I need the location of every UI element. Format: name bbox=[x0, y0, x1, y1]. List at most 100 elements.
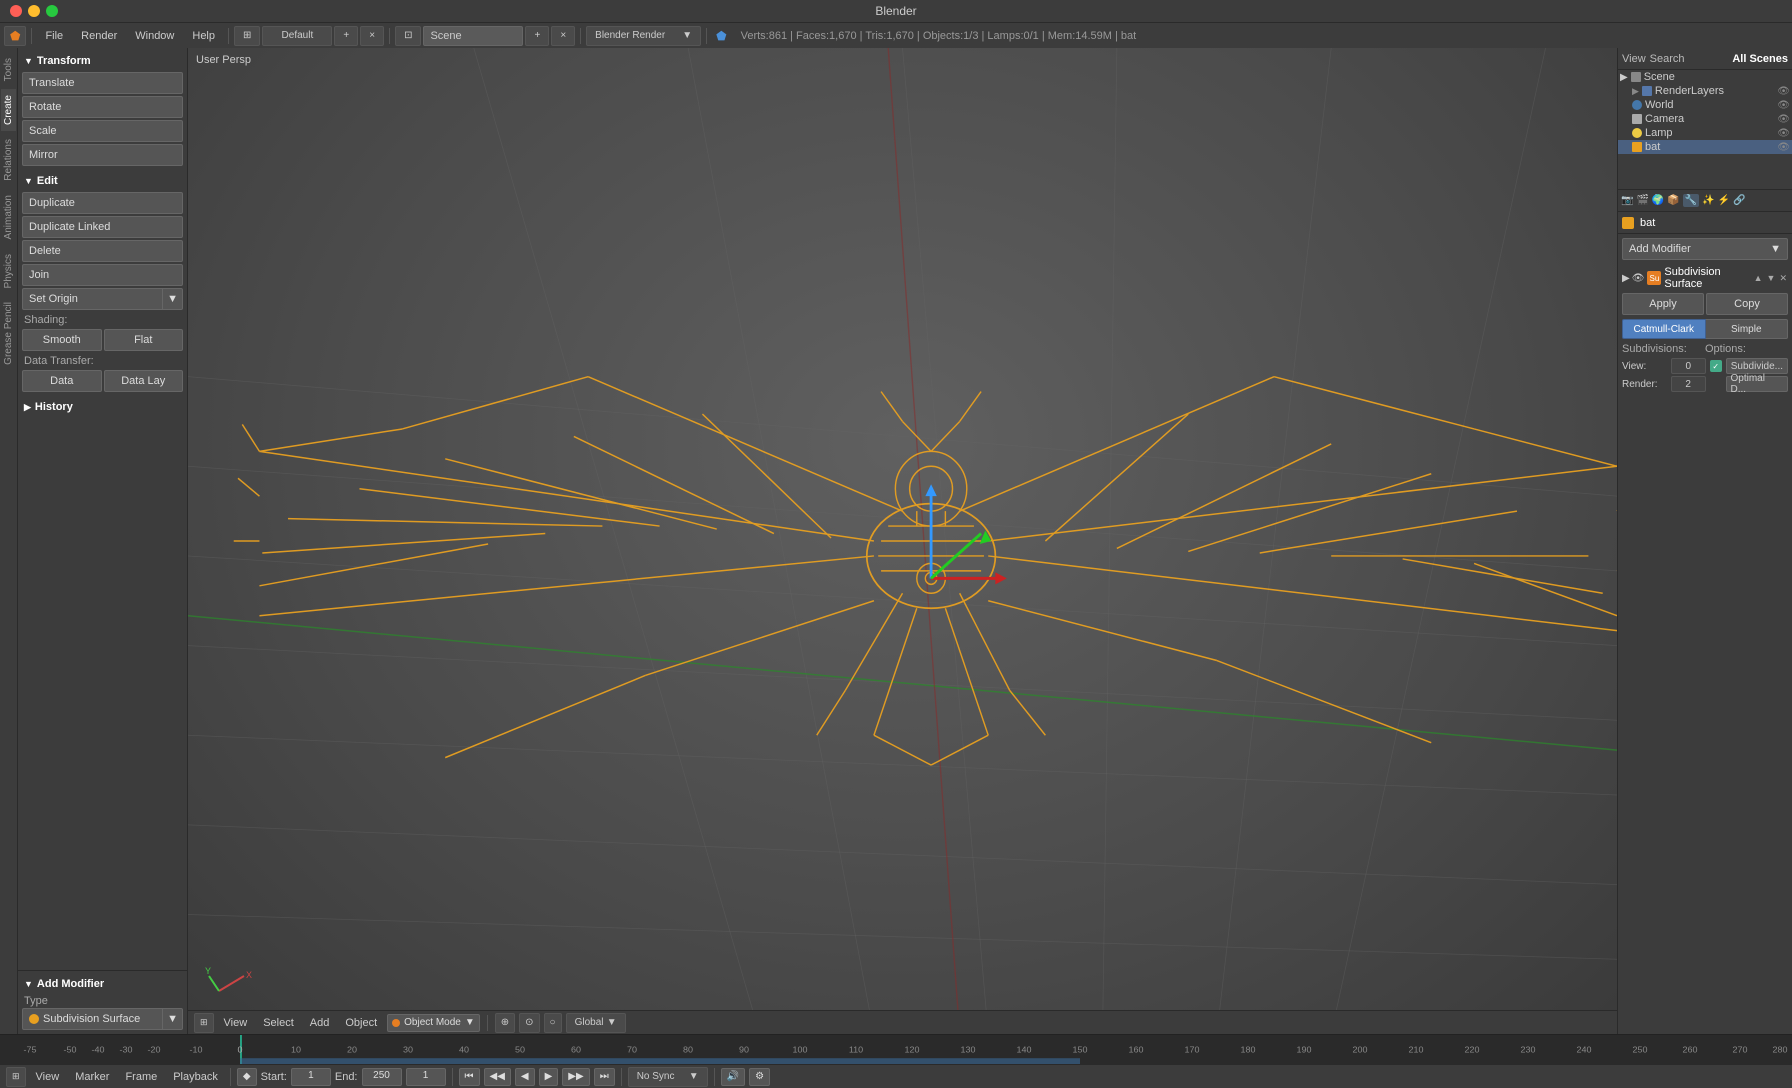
outliner-search-btn[interactable]: Search bbox=[1650, 53, 1685, 65]
viewport-icon[interactable]: ⊡ bbox=[395, 26, 421, 46]
mod-up-icon[interactable]: ▲ bbox=[1753, 272, 1764, 285]
translate-btn[interactable]: Translate bbox=[22, 72, 183, 94]
viewport-icon-btn[interactable]: ⊞ bbox=[194, 1013, 214, 1033]
tab-tools[interactable]: Tools bbox=[1, 52, 16, 87]
prop-render-icon[interactable]: 📷 bbox=[1621, 195, 1633, 206]
subdivide-check[interactable]: ✓ bbox=[1710, 360, 1722, 372]
eye-icon5[interactable]: 👁 bbox=[1777, 142, 1790, 153]
history-section[interactable]: ▶ ▶ History History bbox=[22, 398, 183, 416]
play-btn[interactable]: ▶ bbox=[539, 1068, 559, 1086]
tab-create[interactable]: Create bbox=[1, 89, 16, 131]
eye-icon4[interactable]: 👁 bbox=[1777, 128, 1790, 139]
subdivision-surface-btn[interactable]: Subdivision Surface bbox=[22, 1008, 163, 1030]
object-mode-select[interactable]: Object Mode ▼ bbox=[387, 1014, 480, 1032]
mirror-btn[interactable]: Mirror bbox=[22, 144, 183, 166]
tab-relations[interactable]: Relations bbox=[1, 133, 16, 187]
close-button[interactable] bbox=[10, 5, 22, 17]
view-timeline-menu[interactable]: View bbox=[30, 1069, 66, 1085]
simple-btn[interactable]: Simple bbox=[1706, 319, 1789, 339]
prop-modifier-icon[interactable]: 🔧 bbox=[1683, 194, 1699, 207]
menu-file[interactable]: File bbox=[37, 26, 71, 46]
scale-btn[interactable]: Scale bbox=[22, 120, 183, 142]
subdivision-dropdown[interactable]: ▼ bbox=[163, 1008, 183, 1030]
select-menu[interactable]: Select bbox=[257, 1015, 300, 1031]
snap-icon[interactable]: ⊕ bbox=[495, 1013, 515, 1033]
outliner-scene[interactable]: ▶ Scene bbox=[1618, 70, 1792, 84]
minimize-button[interactable] bbox=[28, 5, 40, 17]
end-input[interactable]: 250 bbox=[362, 1068, 402, 1086]
optimal-opt[interactable]: Optimal D... bbox=[1726, 376, 1788, 392]
eye-icon3[interactable]: 👁 bbox=[1777, 114, 1790, 125]
menu-window[interactable]: Window bbox=[127, 26, 182, 46]
rotate-btn[interactable]: Rotate bbox=[22, 96, 183, 118]
data-lay-btn[interactable]: Data Lay bbox=[104, 370, 184, 392]
current-frame-input[interactable]: 1 bbox=[406, 1068, 446, 1086]
delete-btn[interactable]: Delete bbox=[22, 240, 183, 262]
duplicate-linked-btn[interactable]: Duplicate Linked bbox=[22, 216, 183, 238]
eye-icon2[interactable]: 👁 bbox=[1777, 100, 1790, 111]
scene-add[interactable]: + bbox=[525, 26, 549, 46]
menu-render[interactable]: Render bbox=[73, 26, 125, 46]
outliner-lamp[interactable]: Lamp 👁 bbox=[1618, 126, 1792, 140]
prop-particles-icon[interactable]: ✨ bbox=[1702, 195, 1714, 206]
layout-name[interactable]: Default bbox=[262, 26, 332, 46]
prop-edit-icon[interactable]: ○ bbox=[544, 1013, 562, 1033]
mod-vis-1[interactable]: ▶ bbox=[1622, 273, 1630, 284]
apply-btn[interactable]: Apply bbox=[1622, 293, 1704, 315]
render-value-input[interactable]: 2 bbox=[1671, 376, 1706, 392]
flat-btn[interactable]: Flat bbox=[104, 329, 184, 351]
viewport[interactable]: User Persp bbox=[188, 48, 1617, 1034]
data-btn[interactable]: Data bbox=[22, 370, 102, 392]
mod-down-icon[interactable]: ▼ bbox=[1766, 272, 1777, 285]
step-back-btn[interactable]: ◀◀ bbox=[484, 1068, 511, 1086]
frame-menu[interactable]: Frame bbox=[119, 1069, 163, 1085]
menu-help[interactable]: Help bbox=[184, 26, 223, 46]
subdivide-opt[interactable]: Subdivide... bbox=[1726, 358, 1788, 374]
view-menu[interactable]: View bbox=[218, 1015, 254, 1031]
keyframe-toggle[interactable]: ◆ bbox=[237, 1068, 257, 1086]
engine-select[interactable]: Blender Render ▼ bbox=[586, 26, 701, 46]
global-select[interactable]: Global ▼ bbox=[566, 1013, 626, 1033]
duplicate-btn[interactable]: Duplicate bbox=[22, 192, 183, 214]
blender-icon-btn[interactable]: ⬟ bbox=[4, 26, 26, 46]
prop-scene-icon[interactable]: 🎬 bbox=[1636, 195, 1648, 206]
timeline-mode-btn[interactable]: ⊞ bbox=[6, 1067, 26, 1087]
tab-physics[interactable]: Physics bbox=[1, 248, 16, 294]
scene-remove[interactable]: × bbox=[551, 26, 575, 46]
scene-input[interactable] bbox=[423, 26, 523, 46]
copy-btn[interactable]: Copy bbox=[1706, 293, 1788, 315]
start-input[interactable]: 1 bbox=[291, 1068, 331, 1086]
eye-icon[interactable]: 👁 bbox=[1777, 86, 1790, 97]
view-value-input[interactable]: 0 bbox=[1671, 358, 1706, 374]
outliner-bat[interactable]: bat 👁 bbox=[1618, 140, 1792, 154]
object-menu[interactable]: Object bbox=[339, 1015, 383, 1031]
play-back-btn[interactable]: ◀ bbox=[515, 1068, 535, 1086]
settings-btn[interactable]: ⚙ bbox=[749, 1068, 770, 1086]
playback-menu[interactable]: Playback bbox=[167, 1069, 224, 1085]
mod-vis-2[interactable]: 👁 bbox=[1632, 273, 1645, 284]
join-btn[interactable]: Join bbox=[22, 264, 183, 286]
audio-btn[interactable]: 🔊 bbox=[721, 1068, 745, 1086]
jump-to-start-btn[interactable]: ⏮ bbox=[459, 1068, 480, 1086]
jump-to-end-btn[interactable]: ⏭ bbox=[594, 1068, 615, 1086]
add-menu[interactable]: Add bbox=[304, 1015, 336, 1031]
set-origin-dropdown[interactable]: ▼ bbox=[163, 288, 183, 310]
prop-world-icon[interactable]: 🌍 bbox=[1652, 195, 1664, 206]
prop-constraints-icon[interactable]: 🔗 bbox=[1733, 195, 1745, 206]
outliner-camera[interactable]: Camera 👁 bbox=[1618, 112, 1792, 126]
fullscreen-button[interactable] bbox=[46, 5, 58, 17]
layout-grid-btn[interactable]: ⊞ bbox=[234, 26, 260, 46]
outliner-view-btn[interactable]: View bbox=[1622, 53, 1646, 65]
mod-x-icon[interactable]: ✕ bbox=[1778, 272, 1788, 285]
tab-animation[interactable]: Animation bbox=[1, 189, 16, 245]
outliner-world[interactable]: World 👁 bbox=[1618, 98, 1792, 112]
set-origin-btn[interactable]: Set Origin bbox=[22, 288, 163, 310]
orient-icon[interactable]: ⊙ bbox=[519, 1013, 539, 1033]
outliner-renderlayers[interactable]: ▶ RenderLayers 👁 bbox=[1618, 84, 1792, 98]
tab-grease-pencil[interactable]: Grease Pencil bbox=[1, 296, 16, 371]
layout-add[interactable]: + bbox=[334, 26, 358, 46]
prop-object-icon[interactable]: 📦 bbox=[1667, 195, 1679, 206]
add-modifier-btn[interactable]: Add Modifier ▼ bbox=[1622, 238, 1788, 260]
sync-select[interactable]: No Sync ▼ bbox=[628, 1067, 708, 1087]
catmull-clark-btn[interactable]: Catmull-Clark bbox=[1622, 319, 1706, 339]
